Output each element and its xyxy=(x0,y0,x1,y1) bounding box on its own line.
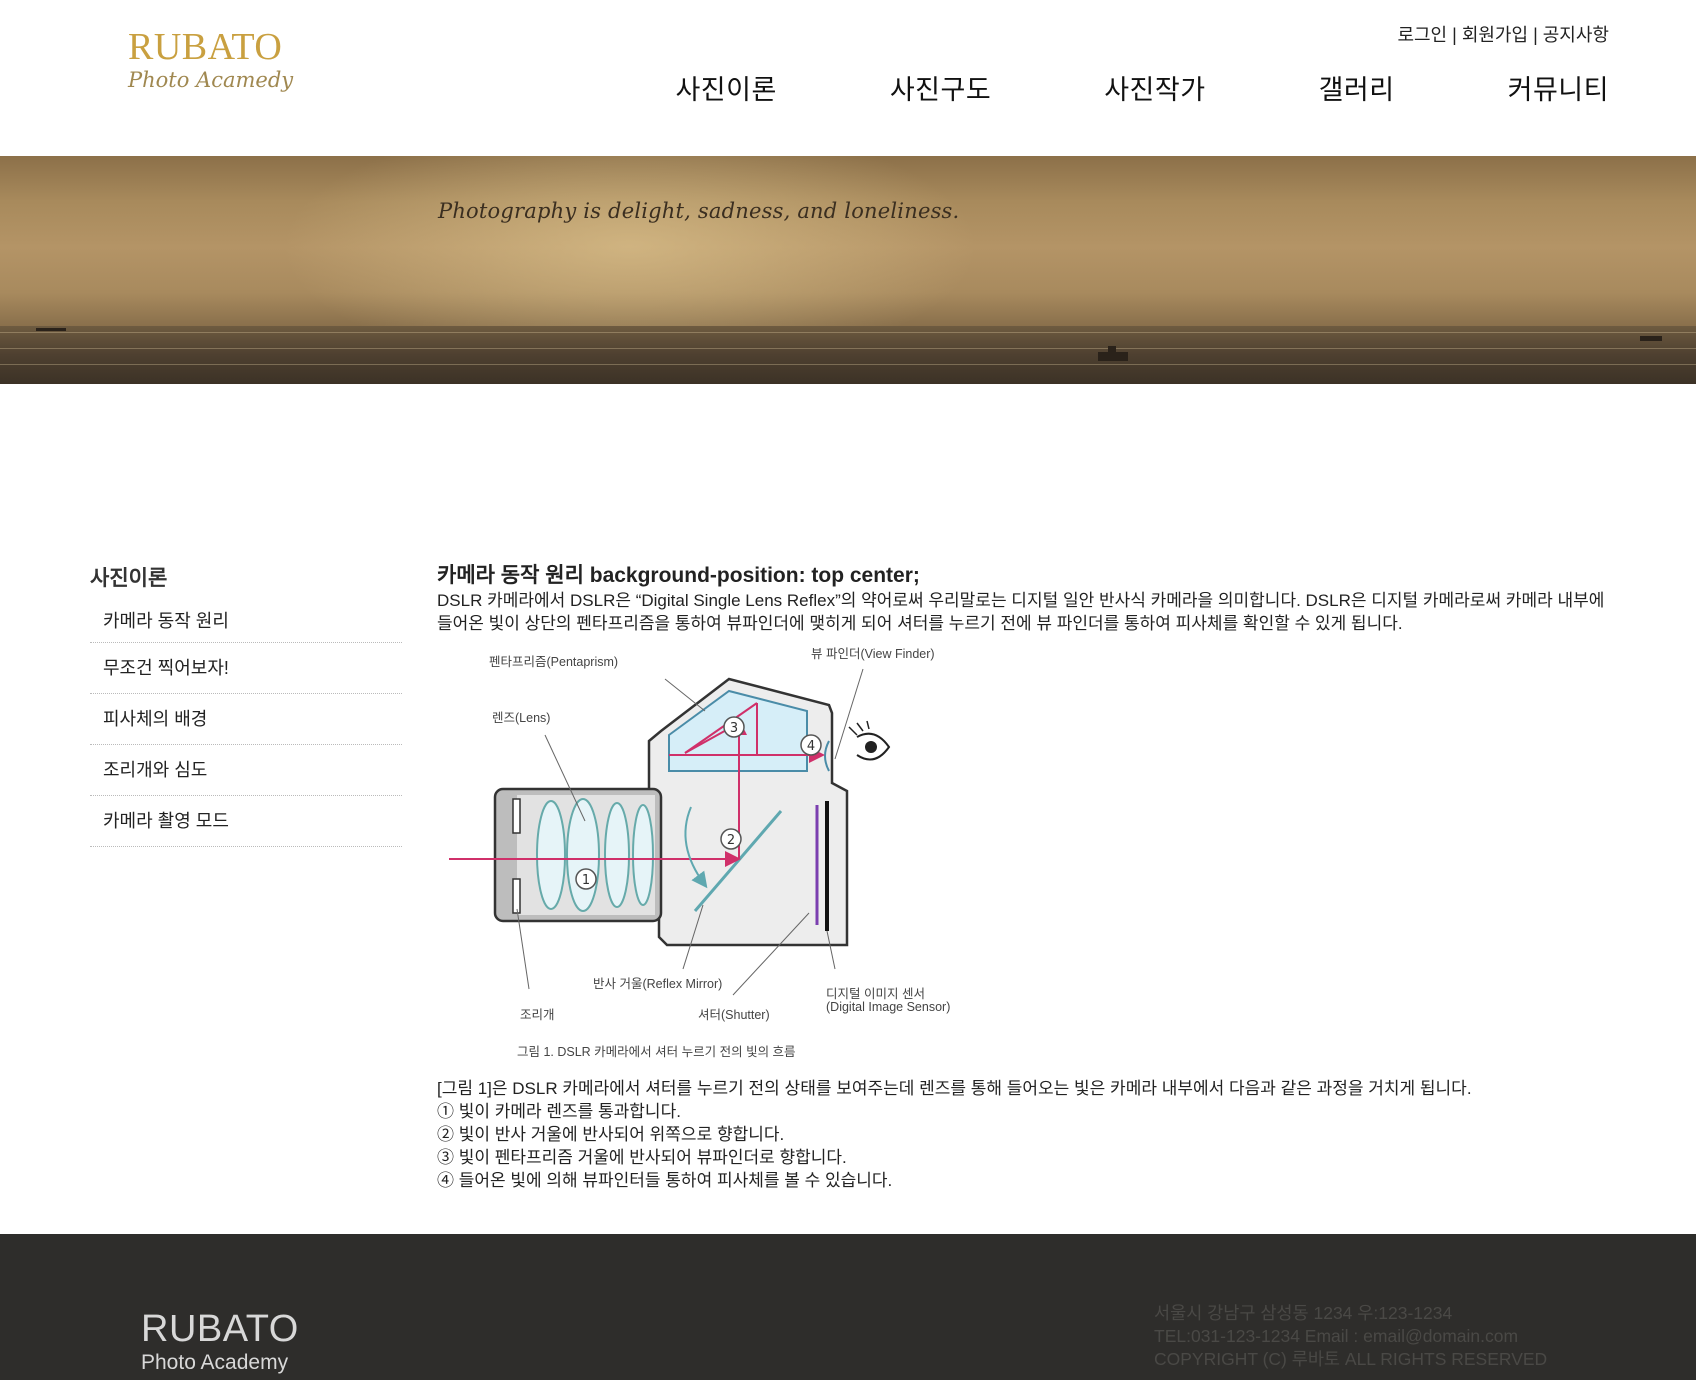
content-title: 카메라 동작 원리 background-position: top cente… xyxy=(437,564,920,587)
login-link[interactable]: 로그인 xyxy=(1397,25,1447,45)
sidebar-item-aperture-depth[interactable]: 조리개와 심도 xyxy=(90,745,402,796)
sidebar-item-label[interactable]: 카메라 동작 원리 xyxy=(103,611,229,631)
banner-boat xyxy=(36,328,66,331)
eye-icon xyxy=(848,720,891,761)
footer-logo: RUBATO Photo Academy xyxy=(141,1310,299,1373)
steps-list: [그림 1]은 DSLR 카메라에서 셔터를 누르기 전의 상태를 보여주는데 … xyxy=(437,1077,1607,1192)
main-content: 카메라 동작 원리 background-position: top cente… xyxy=(437,563,1607,1192)
sidebar-item-just-shoot[interactable]: 무조건 찍어보자! xyxy=(90,643,402,694)
content-intro: DSLR 카메라에서 DSLR은 “Digital Single Lens Re… xyxy=(437,591,1605,633)
banner-sea xyxy=(0,326,1696,384)
sidebar-item-label[interactable]: 무조건 찍어보자! xyxy=(103,658,229,678)
step-number-4: 4 xyxy=(807,739,815,754)
lens-element xyxy=(632,804,654,906)
step-number-2: 2 xyxy=(727,833,735,848)
banner-wave-line xyxy=(0,348,1696,349)
footer-address: 서울시 강남구 삼성동 1234 우:123-1234 xyxy=(1154,1303,1453,1323)
hero-banner: Photography is delight, sadness, and lon… xyxy=(0,156,1696,384)
banner-boat xyxy=(1098,352,1128,361)
diagram-caption: 그림 1. DSLR 카메라에서 셔터 누르기 전의 빛의 흐름 xyxy=(517,1045,796,1059)
footer: RUBATO Photo Academy 서울시 강남구 삼성동 1234 우:… xyxy=(0,1234,1696,1380)
leader-line xyxy=(664,678,706,712)
label-pentaprism: 펜타프리즘(Pentaprism) xyxy=(489,655,619,669)
footer-contact: TEL:031-123-1234 Email : email@domain.co… xyxy=(1154,1326,1519,1346)
main-nav: 사진이론 사진구도 사진작가 갤러리 커뮤니티 xyxy=(675,68,1609,107)
steps-intro: [그림 1]은 DSLR 카메라에서 셔터를 누르기 전의 상태를 보여주는데 … xyxy=(437,1079,1472,1098)
footer-info: 서울시 강남구 삼성동 1234 우:123-1234 TEL:031-123-… xyxy=(1154,1302,1547,1371)
footer-logo-subtitle: Photo Academy xyxy=(141,1351,289,1374)
label-shutter: 셔터(Shutter) xyxy=(698,1008,770,1022)
step-number-1: 1 xyxy=(582,873,590,888)
utility-nav: 로그인 | 회원가입 | 공지사항 xyxy=(1397,21,1609,47)
label-lens: 렌즈(Lens) xyxy=(492,711,551,725)
sidebar-item-label[interactable]: 카메라 촬영 모드 xyxy=(103,811,229,831)
logo-subtitle: Photo Acamedy xyxy=(128,68,294,92)
sidebar-menu: 카메라 동작 원리 무조건 찍어보자! 피사체의 배경 조리개와 심도 카메라 … xyxy=(90,602,402,847)
step-item: ① 빛이 카메라 렌즈를 통과합니다. xyxy=(437,1102,681,1121)
footer-logo-title: RUBATO xyxy=(141,1308,299,1350)
step-item: ④ 들어온 빛에 의해 뷰파인터들 통하여 피사체를 볼 수 있습니다. xyxy=(437,1171,893,1190)
separator: | xyxy=(1533,25,1538,45)
sidebar-item-shooting-mode[interactable]: 카메라 촬영 모드 xyxy=(90,796,402,847)
sidebar-item-label[interactable]: 조리개와 심도 xyxy=(103,760,207,780)
nav-item-community[interactable]: 커뮤니티 xyxy=(1508,68,1609,107)
sidebar-item-camera-principle[interactable]: 카메라 동작 원리 xyxy=(90,602,402,643)
aperture-blade-top xyxy=(512,798,521,834)
banner-wave-line xyxy=(0,364,1696,365)
nav-item-photo-composition[interactable]: 사진구도 xyxy=(890,68,991,107)
dslr-diagram: 1 2 3 4 펜타프리즘(Pentaprism) 뷰 파인더(View Fin… xyxy=(437,643,957,1059)
sidebar-item-label[interactable]: 피사체의 배경 xyxy=(103,709,207,729)
label-aperture: 조리개 xyxy=(520,1008,555,1022)
banner-horizon-line xyxy=(0,332,1696,333)
nav-item-photo-theory[interactable]: 사진이론 xyxy=(675,68,776,107)
sidebar-item-subject-background[interactable]: 피사체의 배경 xyxy=(90,694,402,745)
banner-quote: Photography is delight, sadness, and lon… xyxy=(438,199,960,223)
aperture-blade-bottom xyxy=(512,878,521,914)
separator: | xyxy=(1452,25,1457,45)
nav-item-photographers[interactable]: 사진작가 xyxy=(1104,68,1205,107)
banner-boat-cabin xyxy=(1108,346,1116,353)
banner-boat xyxy=(1640,336,1662,341)
step-number-3: 3 xyxy=(730,721,738,736)
label-sensor-en: (Digital Image Sensor) xyxy=(826,1000,951,1014)
sidebar-title: 사진이론 xyxy=(90,567,168,590)
join-link[interactable]: 회원가입 xyxy=(1462,25,1528,45)
sidebar: 사진이론 카메라 동작 원리 무조건 찍어보자! 피사체의 배경 조리개와 심도… xyxy=(90,562,402,847)
step-item: ③ 빛이 펜타프리즘 거울에 반사되어 뷰파인더로 향합니다. xyxy=(437,1148,847,1167)
site-logo[interactable]: RUBATO Photo Acamedy xyxy=(128,28,293,91)
notice-link[interactable]: 공지사항 xyxy=(1543,25,1609,45)
label-viewfinder: 뷰 파인더(View Finder) xyxy=(811,647,935,661)
leader-line xyxy=(834,668,864,760)
footer-copyright: COPYRIGHT (C) 루바토 ALL RIGHTS RESERVED xyxy=(1154,1349,1548,1369)
nav-item-gallery[interactable]: 갤러리 xyxy=(1319,68,1395,107)
step-item: ② 빛이 반사 거울에 반사되어 위쪽으로 향합니다. xyxy=(437,1125,785,1144)
lens-element xyxy=(604,802,630,908)
lens-element xyxy=(536,800,566,910)
label-reflex-mirror: 반사 거울(Reflex Mirror) xyxy=(593,977,723,991)
logo-title: RUBATO xyxy=(128,26,283,68)
